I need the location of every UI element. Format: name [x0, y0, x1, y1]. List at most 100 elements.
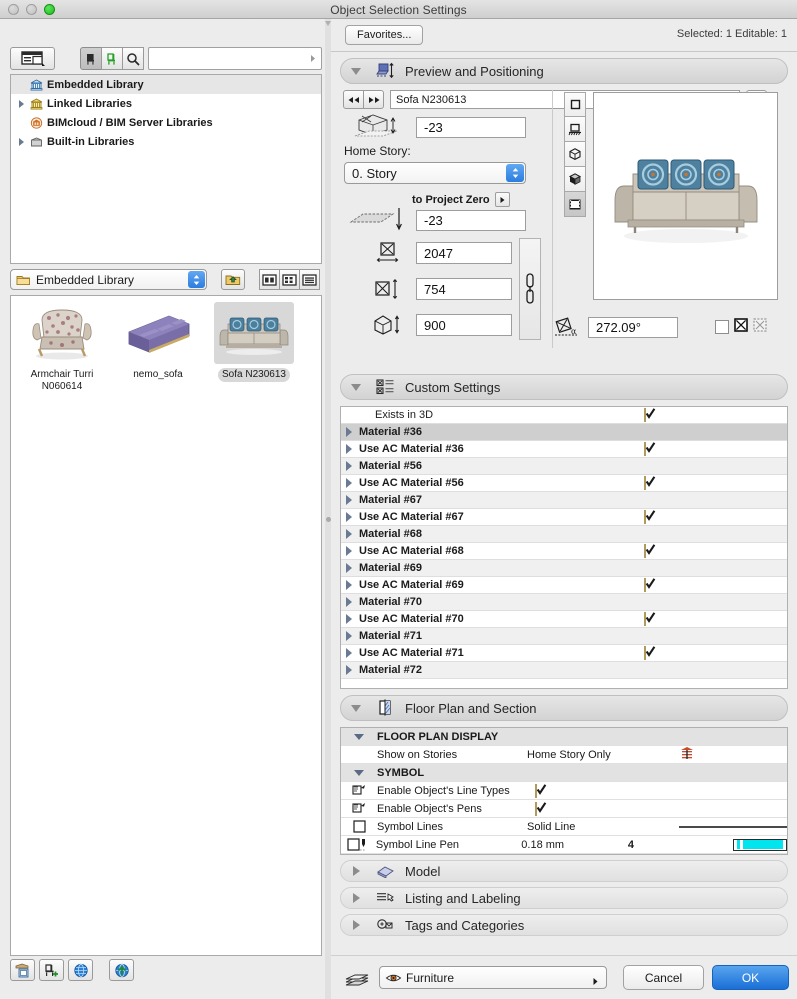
custom-settings-row[interactable]: Exists in 3D	[341, 407, 787, 424]
preview-image-button[interactable]	[564, 192, 586, 217]
tree-item-builtin-libraries[interactable]: Built-in Libraries	[11, 132, 321, 151]
twisty-right-icon[interactable]	[341, 563, 357, 573]
object-preview-canvas[interactable]	[593, 92, 778, 300]
twisty-right-icon[interactable]	[341, 529, 357, 539]
chevron-right-icon[interactable]	[592, 975, 599, 989]
custom-settings-checkbox[interactable]	[644, 442, 656, 456]
pen-color-swatch[interactable]	[732, 838, 787, 851]
preview-3d-wireframe-button[interactable]	[564, 142, 586, 167]
custom-settings-checkbox[interactable]	[644, 578, 656, 592]
section-header-model[interactable]: Model	[340, 860, 788, 882]
objects-filter-button[interactable]	[80, 47, 102, 70]
custom-settings-checkbox[interactable]	[644, 612, 656, 626]
favorites-button[interactable]: Favorites...	[345, 25, 424, 45]
rotation-angle-field[interactable]: 272.09°	[588, 317, 678, 338]
custom-settings-row[interactable]: Use AC Material #56	[341, 475, 787, 492]
floor-plan-group-row[interactable]: SYMBOL	[341, 764, 787, 782]
search-field-wrapper[interactable]	[148, 47, 322, 70]
mirror-checkbox[interactable]	[715, 319, 729, 334]
section-disclosure-icon[interactable]	[341, 67, 371, 75]
size-y-field[interactable]: 754	[416, 278, 512, 300]
cancel-button[interactable]: Cancel	[623, 965, 704, 990]
next-object-button[interactable]	[363, 90, 384, 109]
twisty-right-icon[interactable]	[341, 614, 357, 624]
floor-plan-row[interactable]: Enable Object's Line Types	[341, 782, 787, 800]
folder-up-button[interactable]	[221, 269, 245, 290]
size-x-field[interactable]: 2047	[416, 242, 512, 264]
tree-item-linked-libraries[interactable]: Linked Libraries	[11, 94, 321, 113]
floor-plan-row-value[interactable]: 0.18 mm	[521, 839, 628, 851]
gallery-item-nemo-sofa[interactable]: nemo_sofa	[111, 302, 205, 394]
custom-settings-checkbox[interactable]	[644, 646, 656, 660]
twisty-right-icon[interactable]	[341, 580, 357, 590]
tree-item-embedded-library[interactable]: Embedded Library	[11, 75, 321, 94]
download-objects-button[interactable]	[109, 959, 134, 981]
twisty-right-icon[interactable]	[341, 648, 357, 658]
floor-plan-checkbox[interactable]	[535, 783, 547, 798]
custom-settings-row[interactable]: Material #72	[341, 662, 787, 679]
preview-3d-shaded-button[interactable]	[564, 167, 586, 192]
floor-plan-row-value[interactable]: Solid Line	[527, 821, 637, 833]
elevation-to-home-story-field[interactable]: -23	[416, 117, 526, 138]
section-disclosure-icon[interactable]	[341, 866, 371, 876]
floor-plan-settings-list[interactable]: FLOOR PLAN DISPLAY Show on Stories Home St…	[340, 727, 788, 855]
library-tree[interactable]: Embedded Library Linked Libraries BIMclo…	[10, 74, 322, 264]
twisty-right-icon[interactable]	[341, 512, 357, 522]
custom-settings-checkbox[interactable]	[644, 408, 656, 422]
custom-settings-row[interactable]: Material #56	[341, 458, 787, 475]
custom-settings-checkbox[interactable]	[644, 544, 656, 558]
to-project-zero-selector[interactable]: to Project Zero	[412, 192, 510, 207]
custom-settings-row[interactable]: Material #36	[341, 424, 787, 441]
ok-button[interactable]: OK	[712, 965, 789, 990]
twisty-right-icon[interactable]	[341, 665, 357, 675]
twisty-down-icon[interactable]	[341, 733, 377, 740]
twisty-right-icon[interactable]	[341, 546, 357, 556]
custom-settings-row[interactable]: Use AC Material #71	[341, 645, 787, 662]
section-header-tags-and-categories[interactable]: Tags and Categories	[340, 914, 788, 936]
floor-plan-row[interactable]: Symbol Lines Solid Line	[341, 818, 787, 836]
custom-settings-row[interactable]: Use AC Material #69	[341, 577, 787, 594]
twisty-right-icon[interactable]	[15, 137, 28, 146]
custom-settings-checkbox[interactable]	[644, 510, 656, 524]
proportional-link-toggle[interactable]	[519, 238, 541, 340]
section-disclosure-icon[interactable]	[341, 893, 371, 903]
twisty-right-icon[interactable]	[341, 597, 357, 607]
floor-plan-row[interactable]: Show on Stories Home Story Only	[341, 746, 787, 764]
search-input[interactable]	[151, 49, 301, 68]
view-mode-columns-button[interactable]	[259, 269, 280, 290]
section-disclosure-icon[interactable]	[341, 704, 371, 712]
twisty-right-icon[interactable]	[341, 495, 357, 505]
section-disclosure-icon[interactable]	[341, 383, 371, 391]
twisty-right-icon[interactable]	[341, 444, 357, 454]
section-header-custom-settings[interactable]: Custom Settings	[340, 374, 788, 400]
floor-plan-row[interactable]: Symbol Line Pen 0.18 mm 4	[341, 836, 787, 854]
custom-settings-row[interactable]: Material #71	[341, 628, 787, 645]
twisty-right-icon[interactable]	[341, 631, 357, 641]
custom-settings-row[interactable]: Material #67	[341, 492, 787, 509]
previous-object-button[interactable]	[343, 90, 364, 109]
globe-button[interactable]	[68, 959, 93, 981]
home-story-select[interactable]: 0. Story	[344, 162, 526, 184]
custom-settings-row[interactable]: Material #70	[341, 594, 787, 611]
section-header-listing-and-labeling[interactable]: Listing and Labeling	[340, 887, 788, 909]
elevation-to-project-zero-field[interactable]: -23	[416, 210, 526, 231]
mirror-dashed-icon[interactable]	[753, 318, 767, 335]
preview-front-view-button[interactable]	[564, 117, 586, 142]
section-header-preview-and-positioning[interactable]: Preview and Positioning	[340, 58, 788, 84]
floor-plan-row[interactable]: Enable Object's Pens	[341, 800, 787, 818]
browse-mode-button[interactable]	[10, 47, 55, 70]
folder-select-stepper[interactable]	[188, 271, 205, 288]
custom-settings-row[interactable]: Material #68	[341, 526, 787, 543]
floor-plan-checkbox[interactable]	[535, 801, 547, 816]
to-project-zero-popup-icon[interactable]	[494, 192, 510, 207]
custom-settings-row[interactable]: Use AC Material #68	[341, 543, 787, 560]
gallery-item-sofa-n230613[interactable]: Sofa N230613	[207, 302, 301, 394]
gallery-item-armchair-turri[interactable]: Armchair Turri N060614	[15, 302, 109, 394]
folder-select[interactable]: Embedded Library	[10, 269, 207, 290]
twisty-right-icon[interactable]	[341, 478, 357, 488]
twisty-right-icon[interactable]	[341, 427, 357, 437]
custom-settings-checkbox[interactable]	[644, 476, 656, 490]
custom-settings-row[interactable]: Material #69	[341, 560, 787, 577]
search-button[interactable]	[122, 47, 144, 70]
new-objects-filter-button[interactable]	[101, 47, 123, 70]
